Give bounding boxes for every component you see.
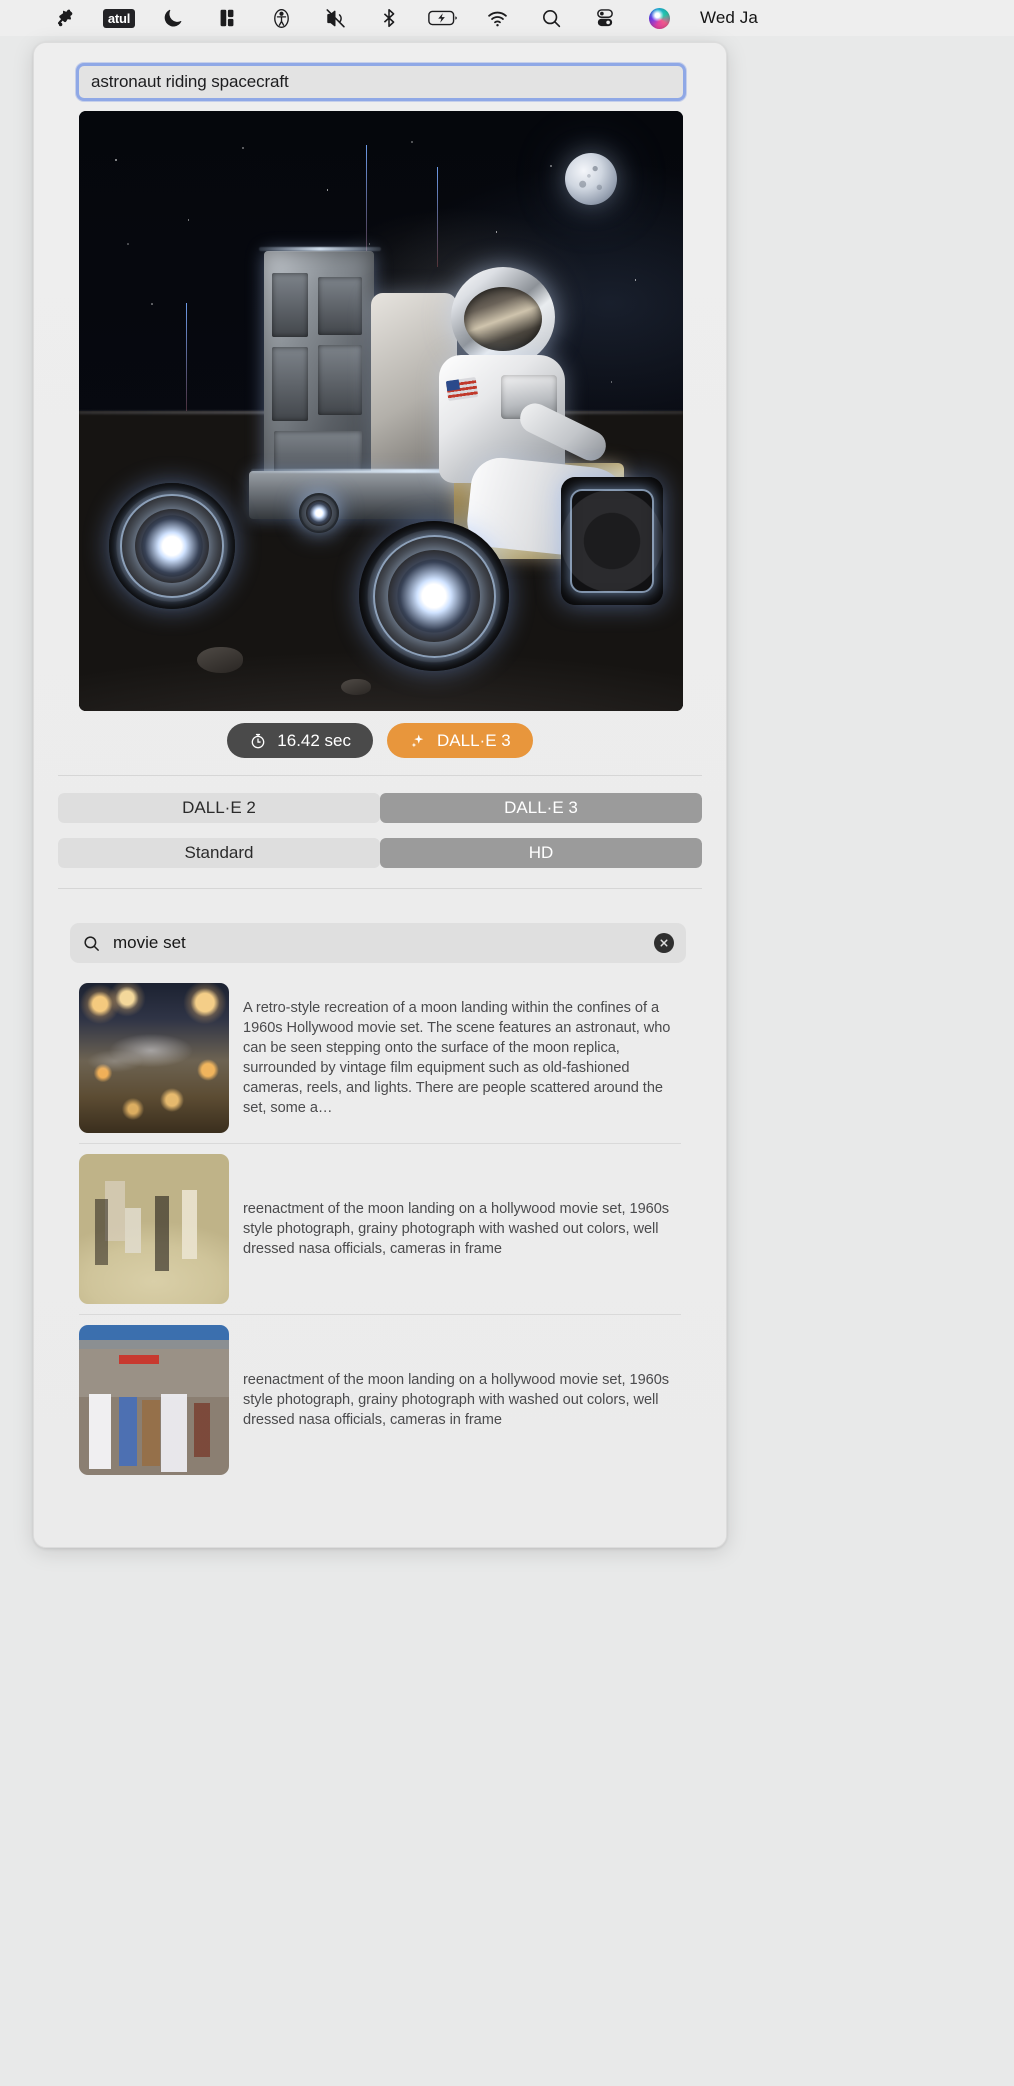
panel-content: astronaut riding spacecraft 16.42 sec DA… xyxy=(34,43,726,1547)
macos-menu-bar: atul Wed Ja xyxy=(0,0,1014,36)
moon-in-sky xyxy=(565,153,617,205)
clear-search-icon[interactable] xyxy=(654,933,674,953)
bluetooth-icon[interactable] xyxy=(362,0,416,36)
model-badge-label: DALL·E 3 xyxy=(437,730,511,750)
result-prompt-text: reenactment of the moon landing on a hol… xyxy=(243,1371,670,1429)
divider-bottom xyxy=(58,888,702,889)
rover-wheel-front-left xyxy=(109,483,235,609)
result-prompt-text: A retro-style recreation of a moon landi… xyxy=(243,999,671,1117)
segment-hd[interactable]: HD xyxy=(380,838,702,868)
result-thumbnail[interactable] xyxy=(79,1325,229,1475)
battery-charging-icon[interactable] xyxy=(416,0,470,36)
segment-standard[interactable]: Standard xyxy=(58,838,380,868)
dalle-app-panel: astronaut riding spacecraft 16.42 sec DA… xyxy=(33,42,727,1548)
result-thumbnail[interactable] xyxy=(79,983,229,1133)
quality-selector: Standard HD xyxy=(58,838,702,868)
list-item[interactable]: reenactment of the moon landing on a hol… xyxy=(34,1144,726,1314)
segment-dalle2-label: DALL·E 2 xyxy=(182,798,256,817)
segment-dalle3[interactable]: DALL·E 3 xyxy=(380,793,702,823)
search-input-value[interactable]: movie set xyxy=(113,933,642,953)
astronaut-visor xyxy=(464,287,542,351)
atul-user-badge[interactable]: atul xyxy=(92,0,146,36)
model-selector: DALL·E 2 DALL·E 3 xyxy=(58,793,702,823)
us-flag-patch xyxy=(445,377,479,401)
control-center-icon[interactable] xyxy=(578,0,632,36)
rover-cab xyxy=(264,251,374,501)
result-prompt-text: reenactment of the moon landing on a hol… xyxy=(243,1200,670,1258)
model-badge: DALL·E 3 xyxy=(387,723,533,758)
history-search-bar[interactable]: movie set xyxy=(70,923,686,963)
generation-time-label: 16.42 sec xyxy=(277,730,352,750)
search-icon xyxy=(84,935,99,951)
rover-top-glow xyxy=(259,247,381,251)
generation-meta-row: 16.42 sec DALL·E 3 xyxy=(34,723,726,758)
generated-image[interactable] xyxy=(79,111,683,711)
rock xyxy=(341,679,371,695)
segment-dalle2[interactable]: DALL·E 2 xyxy=(58,793,380,823)
prompt-input-wrapper: astronaut riding spacecraft xyxy=(76,63,686,101)
rover-wheel-hub-center xyxy=(299,493,339,533)
siri-orb-glyph xyxy=(648,7,670,29)
atul-user-badge-label: atul xyxy=(102,8,136,28)
segment-dalle3-label: DALL·E 3 xyxy=(504,798,578,817)
split-view-icon[interactable] xyxy=(200,0,254,36)
siri-icon[interactable] xyxy=(632,0,686,36)
lunar-rover xyxy=(109,241,663,671)
mute-icon[interactable] xyxy=(308,0,362,36)
prompt-input[interactable]: astronaut riding spacecraft xyxy=(76,63,686,101)
divider-top xyxy=(58,775,702,776)
segment-standard-label: Standard xyxy=(184,843,254,862)
segment-hd-label: HD xyxy=(528,843,554,862)
list-item[interactable]: A retro-style recreation of a moon landi… xyxy=(34,973,726,1143)
spotlight-search-icon[interactable] xyxy=(524,0,578,36)
rover-wheel-front-right xyxy=(359,521,509,671)
history-results-list: A retro-style recreation of a moon landi… xyxy=(34,973,726,1485)
generation-time-badge: 16.42 sec xyxy=(227,723,374,758)
list-item[interactable]: reenactment of the moon landing on a hol… xyxy=(34,1315,726,1485)
stopwatch-icon xyxy=(251,733,265,748)
bird-app-icon[interactable] xyxy=(38,0,92,36)
rover-wheel-rear xyxy=(561,477,663,605)
sparkle-icon xyxy=(411,734,424,747)
wifi-icon[interactable] xyxy=(470,0,524,36)
prompt-input-value: astronaut riding spacecraft xyxy=(91,72,289,91)
result-thumbnail[interactable] xyxy=(79,1154,229,1304)
moon-darkmode-icon[interactable] xyxy=(146,0,200,36)
menubar-clock[interactable]: Wed Ja xyxy=(700,8,758,28)
accessibility-icon[interactable] xyxy=(254,0,308,36)
